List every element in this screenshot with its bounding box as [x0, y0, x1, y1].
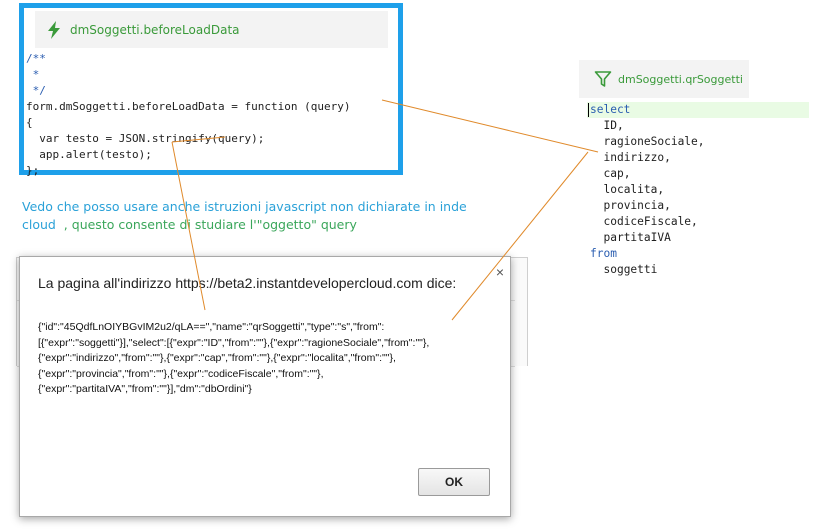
- annotation-line-2-start: cloud: [22, 217, 56, 232]
- dialog-title: La pagina all'indirizzo https://beta2.in…: [38, 275, 457, 291]
- sql-keyword-select: select: [590, 103, 631, 116]
- connector-query-param-to-query: [381, 99, 599, 153]
- code-line-alert: app.alert(testo);: [26, 148, 152, 161]
- query-editor-tab-label: dmSoggetti.qrSoggetti: [618, 72, 743, 86]
- sql-field: ragioneSociale,: [603, 135, 705, 148]
- query-editor-panel: dmSoggetti.qrSoggetti select ID, ragione…: [579, 60, 809, 290]
- alert-dialog: La pagina all'indirizzo https://beta2.in…: [19, 256, 511, 517]
- sql-field: provincia,: [603, 199, 671, 212]
- code-editor-panel: dmSoggetti.beforeLoadData /** * */ form.…: [19, 3, 403, 177]
- sql-field: ID,: [603, 119, 624, 132]
- dialog-message-line: {"expr":"provincia","from":""},{"expr":"…: [38, 367, 324, 380]
- dialog-message-line: {"id":"45QdfLnOIYBGvIM2u2/qLA==","name":…: [38, 321, 385, 333]
- sql-field: cap,: [603, 167, 631, 180]
- code-line-close: };: [26, 164, 40, 177]
- text-caret: [588, 103, 589, 117]
- sql-keyword-from: from: [590, 247, 617, 260]
- code-line-brace: {: [26, 116, 33, 129]
- lightning-bolt-icon: [48, 20, 60, 39]
- annotation-note: Vedo che posso usare anche istruzioni ja…: [22, 198, 492, 234]
- dialog-message-line: [{"expr":"soggetti"}],"select":[{"expr":…: [38, 336, 430, 349]
- sql-field: codiceFiscale,: [603, 215, 698, 228]
- code-body[interactable]: /** * */ form.dmSoggetti.beforeLoadData …: [26, 51, 394, 179]
- annotation-line-2-end: , questo consente di studiare l'"oggetto…: [55, 217, 357, 232]
- sql-table: soggetti: [603, 263, 658, 276]
- sql-field: indirizzo,: [603, 151, 671, 164]
- code-line-comment: */: [26, 84, 46, 97]
- code-line-comment: /**: [26, 52, 46, 65]
- funnel-filter-icon: [594, 71, 612, 87]
- code-editor-tab-label: dmSoggetti.beforeLoadData: [70, 22, 240, 37]
- code-line-stringify: var testo = JSON.stringify(query);: [26, 132, 265, 145]
- code-line-comment: *: [26, 68, 40, 81]
- annotation-line-1: Vedo che posso usare anche istruzioni ja…: [22, 199, 467, 214]
- dialog-message: {"id":"45QdfLnOIYBGvIM2u2/qLA==","name":…: [38, 320, 503, 398]
- close-icon[interactable]: ×: [493, 265, 507, 279]
- code-editor-tab[interactable]: dmSoggetti.beforeLoadData: [35, 11, 388, 48]
- sql-field: localita,: [603, 183, 665, 196]
- ok-button[interactable]: OK: [418, 468, 490, 496]
- query-editor-tab[interactable]: dmSoggetti.qrSoggetti: [579, 60, 749, 98]
- code-line-function-declaration: form.dmSoggetti.beforeLoadData = functio…: [26, 100, 351, 113]
- query-body[interactable]: select ID, ragioneSociale, indirizzo, ca…: [590, 102, 705, 278]
- sql-field: partitaIVA: [603, 231, 671, 244]
- dialog-message-line: {"expr":"partitaIVA","from":""}],"dm":"d…: [38, 383, 252, 396]
- dialog-message-line: {"expr":"indirizzo","from":""},{"expr":"…: [38, 352, 396, 365]
